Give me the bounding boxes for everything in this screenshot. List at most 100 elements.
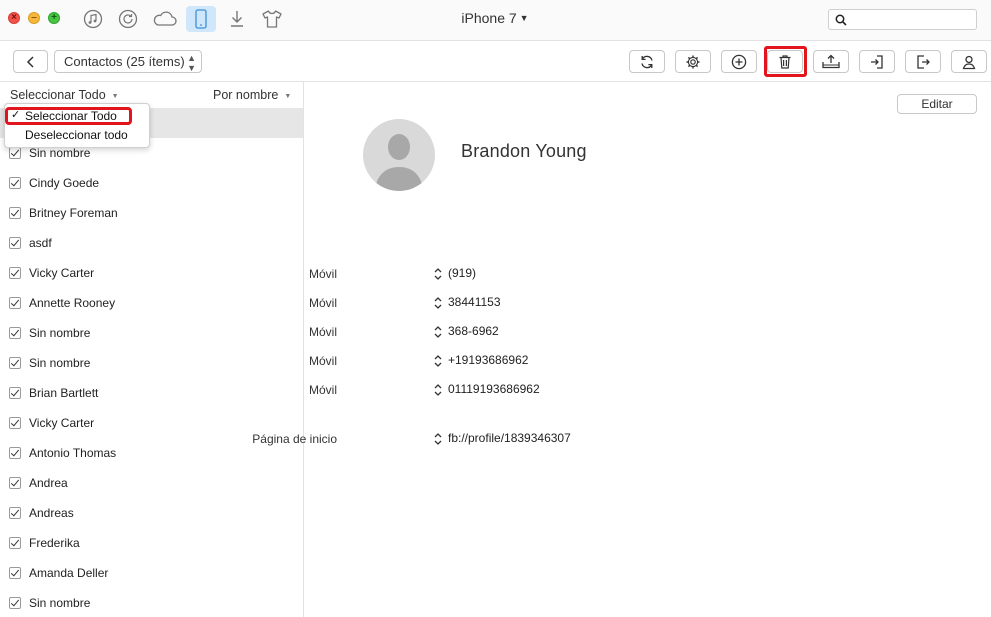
- contact-checkbox[interactable]: [9, 207, 21, 219]
- edit-button[interactable]: Editar: [897, 94, 977, 114]
- contact-row[interactable]: Sin nombre: [0, 588, 303, 617]
- contact-name: Britney Foreman: [29, 206, 118, 220]
- contact-checkbox[interactable]: [9, 597, 21, 609]
- updown-chevron-icon[interactable]: [433, 354, 443, 368]
- person-silhouette-icon: [375, 134, 423, 191]
- contact-checkbox[interactable]: [9, 507, 21, 519]
- device-selector[interactable]: iPhone 7 ▼: [440, 10, 550, 26]
- back-button[interactable]: [13, 50, 48, 73]
- field-label[interactable]: Móvil: [309, 325, 337, 339]
- field-label[interactable]: Página de inicio: [252, 432, 337, 446]
- contact-checkbox[interactable]: [9, 477, 21, 489]
- download-icon[interactable]: [222, 6, 252, 32]
- field-value: (919): [448, 266, 477, 280]
- maximize-window-button[interactable]: +: [48, 12, 60, 24]
- field-value: +19193686962: [448, 353, 529, 367]
- contact-checkbox[interactable]: [9, 267, 21, 279]
- contact-checkbox[interactable]: [9, 357, 21, 369]
- music-icon[interactable]: [78, 6, 108, 32]
- contact-field-row: Móvil 38441153: [304, 294, 904, 314]
- import-button[interactable]: [859, 50, 895, 73]
- contact-checkbox[interactable]: [9, 177, 21, 189]
- minimize-window-button[interactable]: –: [28, 12, 40, 24]
- updown-chevron-icon[interactable]: [433, 432, 443, 446]
- export-to-device-button[interactable]: [813, 50, 849, 73]
- contact-name: Frederika: [29, 536, 80, 550]
- field-label[interactable]: Móvil: [309, 354, 337, 368]
- contact-row[interactable]: Frederika: [0, 528, 303, 558]
- triangle-down-icon: ▼: [284, 93, 292, 100]
- sort-label: Por nombre: [213, 88, 279, 102]
- chevron-left-icon: [26, 55, 34, 68]
- contact-name: Sin nombre: [29, 356, 91, 370]
- contact-row[interactable]: Sin nombre: [0, 318, 303, 348]
- gear-icon: [686, 55, 700, 68]
- contact-checkbox[interactable]: [9, 417, 21, 429]
- contact-row[interactable]: Sin nombre: [0, 348, 303, 378]
- field-value: 38441153: [448, 295, 501, 309]
- add-contact-button[interactable]: [721, 50, 757, 73]
- select-all-highlight: [5, 107, 132, 125]
- updown-arrows-icon: ▲ ▼: [187, 53, 196, 73]
- contact-checkbox[interactable]: [9, 387, 21, 399]
- contact-name: Sin nombre: [29, 326, 91, 340]
- contact-field-row: Página de inicio fb://profile/1839346307: [252, 430, 904, 450]
- avatar: [363, 119, 435, 191]
- restore-icon[interactable]: [113, 6, 143, 32]
- contact-name: Sin nombre: [29, 146, 91, 160]
- export-icon: [917, 54, 930, 69]
- contact-name: Vicky Carter: [29, 416, 95, 430]
- field-value: 368-6962: [448, 324, 499, 338]
- export-button[interactable]: [905, 50, 941, 73]
- contact-row[interactable]: Annette Rooney: [0, 288, 303, 318]
- refresh-icon: [641, 55, 653, 68]
- contact-list-pane: Seleccionar Todo▼ Por nombre▼ Brandon Yo…: [0, 82, 304, 617]
- search-input[interactable]: [828, 9, 977, 30]
- upload-to-device-icon: [822, 54, 840, 68]
- updown-chevron-icon[interactable]: [433, 267, 443, 281]
- contact-row[interactable]: Amanda Deller: [0, 558, 303, 588]
- updown-chevron-icon[interactable]: [433, 325, 443, 339]
- contact-checkbox[interactable]: [9, 147, 21, 159]
- contact-name: Andrea: [29, 476, 68, 490]
- contact-name-heading: Brandon Young: [461, 141, 587, 161]
- updown-chevron-icon[interactable]: [433, 296, 443, 310]
- contact-field-row: Móvil 368-6962: [304, 323, 904, 343]
- updown-chevron-icon[interactable]: [433, 383, 443, 397]
- contact-row[interactable]: Vicky Carter: [0, 258, 303, 288]
- settings-button[interactable]: [675, 50, 711, 73]
- contact-field-row: Móvil (919): [304, 265, 904, 285]
- contact-name: Sin nombre: [29, 596, 91, 610]
- contact-checkbox[interactable]: [9, 237, 21, 249]
- category-selector[interactable]: Contactos (25 ítems) ▲ ▼: [54, 50, 202, 73]
- contact-account-button[interactable]: [951, 50, 987, 73]
- contact-checkbox[interactable]: [9, 567, 21, 579]
- contact-row[interactable]: Brian Bartlett: [0, 378, 303, 408]
- contact-row[interactable]: asdf: [0, 228, 303, 258]
- plus-circle-icon: [731, 54, 747, 69]
- field-label[interactable]: Móvil: [309, 383, 337, 397]
- select-all-dropdown[interactable]: Seleccionar Todo ▼: [10, 88, 119, 102]
- contact-row[interactable]: Cindy Goede: [0, 168, 303, 198]
- field-label[interactable]: Móvil: [309, 296, 337, 310]
- contact-checkbox[interactable]: [9, 297, 21, 309]
- contact-field-row: Móvil +19193686962: [304, 352, 904, 372]
- select-all-label: Seleccionar Todo: [10, 88, 106, 102]
- title-bar: × – + iPhone 7 ▼: [0, 0, 991, 41]
- menu-item-deselect-all[interactable]: Deseleccionar todo: [5, 126, 149, 144]
- contact-row[interactable]: Britney Foreman: [0, 198, 303, 228]
- tshirt-icon[interactable]: [257, 6, 287, 32]
- field-label[interactable]: Móvil: [309, 267, 337, 281]
- close-window-button[interactable]: ×: [8, 12, 20, 24]
- cloud-icon[interactable]: [150, 6, 180, 32]
- chevron-down-icon: ▼: [519, 13, 529, 23]
- phone-icon[interactable]: [186, 6, 216, 32]
- contact-checkbox[interactable]: [9, 537, 21, 549]
- contact-checkbox[interactable]: [9, 327, 21, 339]
- contact-row[interactable]: Andreas: [0, 498, 303, 528]
- contact-row[interactable]: Andrea: [0, 468, 303, 498]
- contact-name: Antonio Thomas: [29, 446, 117, 460]
- sort-dropdown[interactable]: Por nombre ▼: [213, 88, 291, 102]
- contact-checkbox[interactable]: [9, 447, 21, 459]
- refresh-button[interactable]: [629, 50, 665, 73]
